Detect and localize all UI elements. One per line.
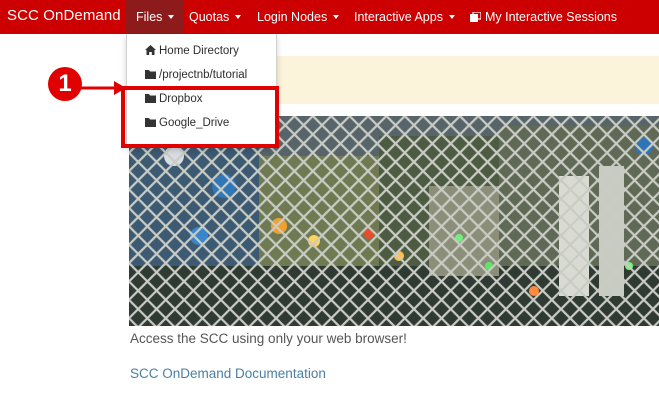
brand-link[interactable]: SCC OnDemand xyxy=(7,7,121,24)
annotation-callout-badge: 1 xyxy=(48,67,82,101)
nav-interactive-apps-menu[interactable]: Interactive Apps xyxy=(354,0,455,34)
nav-quotas-menu[interactable]: Quotas xyxy=(189,0,242,34)
menu-item-label: Home Directory xyxy=(159,45,239,57)
top-navbar: SCC OnDemand Files Quotas Login Nodes In… xyxy=(0,0,659,34)
home-icon xyxy=(145,45,156,55)
caret-down-icon xyxy=(333,15,340,19)
sessions-icon xyxy=(470,12,481,22)
nav-my-sessions-label: My Interactive Sessions xyxy=(485,10,617,24)
nav-files-label: Files xyxy=(136,10,163,24)
documentation-link[interactable]: SCC OnDemand Documentation xyxy=(130,366,326,381)
nav-login-nodes-label: Login Nodes xyxy=(257,10,328,24)
nav-quotas-label: Quotas xyxy=(189,10,230,24)
menu-item-projectnb-tutorial[interactable]: /projectnb/tutorial xyxy=(145,69,247,81)
nav-login-nodes-menu[interactable]: Login Nodes xyxy=(257,0,340,34)
nav-my-sessions-link[interactable]: My Interactive Sessions xyxy=(470,0,617,34)
caret-down-icon xyxy=(448,15,455,19)
menu-item-home-directory[interactable]: Home Directory xyxy=(145,45,239,57)
menu-item-label: /projectnb/tutorial xyxy=(159,69,248,81)
annotation-arrow-icon xyxy=(80,81,126,95)
caret-down-icon xyxy=(168,15,175,19)
folder-icon xyxy=(145,70,156,79)
annotation-highlight-box xyxy=(121,86,279,148)
nav-files-menu[interactable]: Files xyxy=(126,0,185,34)
intro-text: Access the SCC using only your web brows… xyxy=(130,331,407,346)
announcement-alert xyxy=(272,56,659,104)
caret-down-icon xyxy=(235,15,242,19)
nav-interactive-apps-label: Interactive Apps xyxy=(354,10,443,24)
